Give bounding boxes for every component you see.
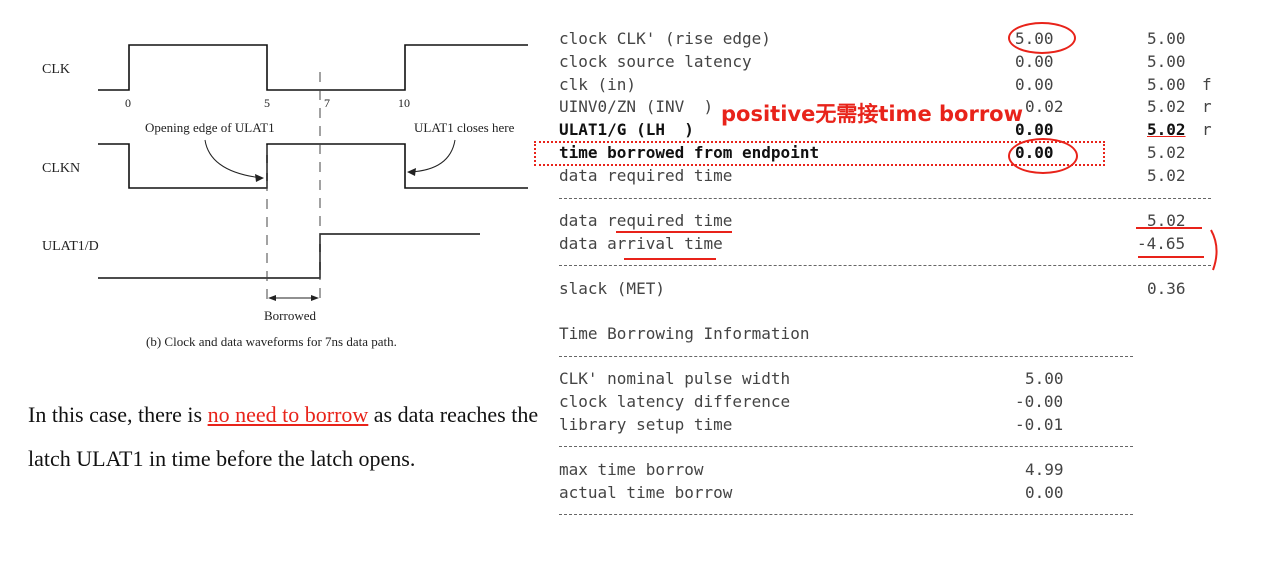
ulat1d-waveform: [98, 233, 480, 279]
diagram-caption: (b) Clock and data waveforms for 7ns dat…: [146, 334, 397, 349]
ulat1d-label: ULAT1/D: [42, 239, 99, 254]
report-row-flag: f: [1202, 75, 1212, 94]
para-highlight: no need to borrow: [207, 402, 369, 427]
tb-value: -0.00: [1015, 392, 1064, 411]
slack-value: 0.36: [1147, 279, 1186, 298]
report-row-path: 5.02: [1147, 120, 1186, 139]
tb-value: 5.00: [1025, 369, 1064, 388]
clkn-waveform: [98, 143, 528, 189]
red-annotation-note: positive无需接time borrow: [721, 102, 1023, 126]
bracket-mark: [1210, 229, 1218, 271]
report-row-path: 5.00: [1147, 29, 1186, 48]
circle-mark-rise-edge: [1008, 22, 1076, 54]
borrowed-label: Borrowed: [264, 308, 316, 323]
clkn-label: CLKN: [42, 161, 80, 176]
close-arrow-head: [407, 168, 416, 176]
annot-opening-edge: Opening edge of ULAT1: [145, 120, 275, 135]
annot-closes-here: ULAT1 closes here: [414, 120, 515, 135]
underline-arrival: [624, 258, 716, 260]
clk-label: CLK: [42, 62, 70, 77]
tick-0: 0: [125, 96, 131, 110]
tb-title: Time Borrowing Information: [559, 324, 810, 343]
waveform-diagram: CLK CLKN ULAT1/D 0 5 7 10 Opening edge o…: [42, 44, 528, 349]
para-text-before: In this case, there is: [28, 402, 208, 427]
report-row-label: clk (in): [559, 75, 637, 94]
tick-7: 7: [324, 96, 330, 110]
report-row-path: 5.02: [1147, 97, 1186, 116]
report-divider: [559, 265, 1211, 266]
tb-value: 4.99: [1025, 460, 1064, 479]
summary-value: -4.65: [1137, 234, 1186, 253]
tick-5: 5: [264, 96, 270, 110]
tb-label: CLK' nominal pulse width: [559, 369, 791, 388]
clk-waveform: [98, 44, 528, 91]
tb-label: library setup time: [559, 415, 733, 434]
tb-divider: [559, 514, 1133, 515]
tick-10: 10: [398, 96, 410, 110]
report-row-path: 5.00: [1147, 52, 1186, 71]
underline-arrival-value: [1138, 256, 1204, 258]
report-row-path: 5.02: [1147, 143, 1186, 162]
report-row-label: ULAT1/G (LH ): [559, 120, 694, 139]
tb-label: max time borrow: [559, 460, 704, 479]
report-divider: [559, 198, 1211, 199]
tb-label: clock latency difference: [559, 392, 791, 411]
underline-required: [616, 231, 732, 233]
annot-close-arrow: [409, 139, 456, 173]
summary-label: data arrival time: [559, 234, 723, 253]
report-row-label: data required time: [559, 166, 733, 185]
tb-value: 0.00: [1025, 483, 1064, 502]
tb-label: actual time borrow: [559, 483, 733, 502]
report-row-incr: 0.00: [1015, 75, 1054, 94]
report-row-label: clock CLK' (rise edge): [559, 29, 771, 48]
tb-divider: [559, 446, 1133, 447]
tb-value: -0.01: [1015, 415, 1064, 434]
circle-mark-borrowed: [1008, 138, 1078, 174]
annot-opening-arrow: [204, 139, 263, 179]
report-row-label: clock source latency: [559, 52, 752, 71]
explanation-paragraph: In this case, there is no need to borrow…: [28, 393, 548, 481]
underline-required-value: [1136, 227, 1202, 229]
slack-label: slack (MET): [559, 279, 665, 298]
report-row-incr: 0.02: [1025, 97, 1064, 116]
report-row-flag: r: [1202, 120, 1212, 139]
report-row-flag: r: [1202, 97, 1212, 116]
report-row-incr: 0.00: [1015, 52, 1054, 71]
tb-divider: [559, 356, 1133, 357]
report-row-label: UINV0/ZN (INV ): [559, 97, 714, 116]
opening-arrow-head: [255, 174, 264, 182]
borrowed-arrow-right: [311, 295, 319, 301]
report-row-path: 5.00: [1147, 75, 1186, 94]
borrowed-arrow-left: [268, 295, 276, 301]
report-row-path: 5.02: [1147, 166, 1186, 185]
summary-label: data required time: [559, 211, 733, 230]
